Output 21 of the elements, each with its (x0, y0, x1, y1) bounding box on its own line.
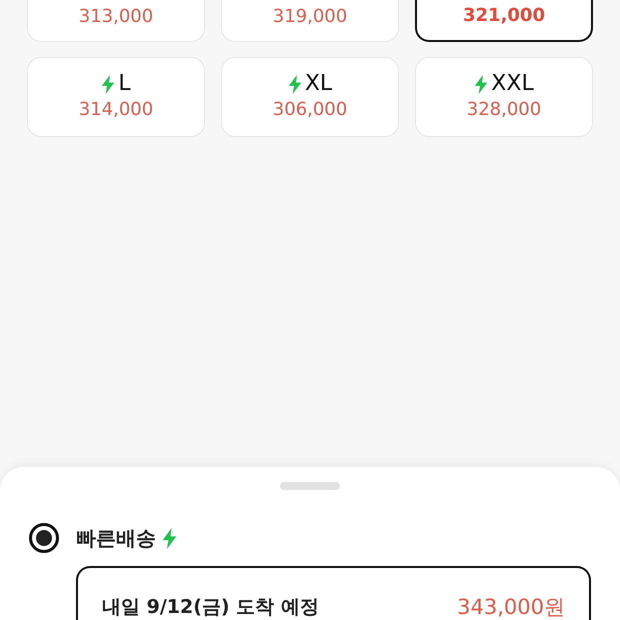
radio-button[interactable] (29, 523, 59, 553)
price-text: 313,000 (78, 5, 154, 29)
price-text: 321,000 (463, 4, 545, 28)
size-option-card[interactable]: 319,000 (221, 0, 399, 42)
delivery-detail-card[interactable]: 내일 9/12(금) 도착 예정 343,000원 (76, 566, 591, 620)
delivery-option-label: 빠른배송 (76, 525, 156, 552)
arrival-date-text: 내일 9/12(금) 도착 예정 (102, 595, 319, 620)
size-option-card[interactable]: 321,000 (415, 0, 593, 42)
price-text: 328,000 (466, 98, 542, 122)
size-option-card[interactable]: XXL 328,000 (415, 57, 593, 137)
size-option-card[interactable]: L 314,000 (27, 57, 205, 137)
size-option-card[interactable]: XL 306,000 (221, 57, 399, 137)
size-label: XL (304, 71, 332, 97)
delivery-price-text: 343,000원 (457, 594, 565, 620)
size-label: XXL (491, 71, 534, 97)
price-text: 314,000 (78, 98, 154, 122)
size-option-card[interactable]: 313,000 (27, 0, 205, 42)
drag-handle[interactable] (280, 482, 340, 490)
size-label: L (118, 71, 131, 97)
price-text: 306,000 (272, 98, 348, 122)
price-text: 319,000 (272, 5, 348, 29)
